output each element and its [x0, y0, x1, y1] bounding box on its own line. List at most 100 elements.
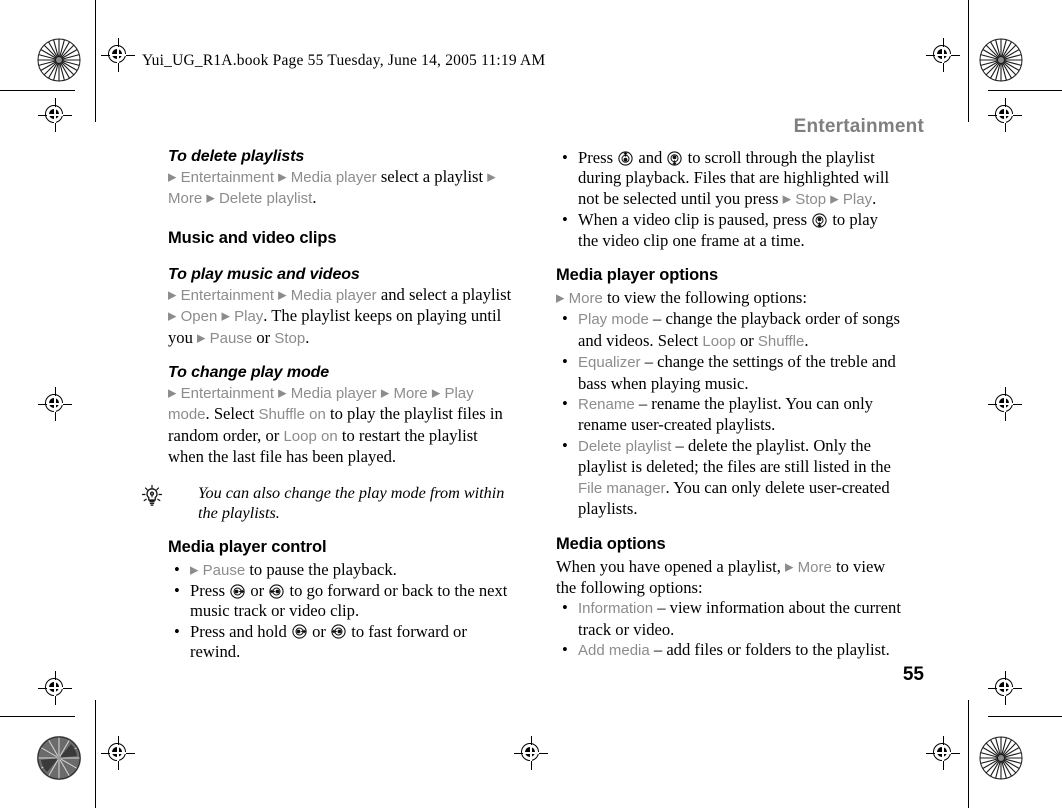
running-head-chapter-title: Entertainment — [793, 116, 924, 137]
ui-term-equalizer: Equalizer — [578, 354, 641, 372]
ui-term-media-player: Media player — [290, 286, 377, 304]
ui-term-delete-playlist: Delete playlist — [218, 190, 313, 208]
ui-term-information: Information — [578, 600, 654, 618]
ui-term-stop: Stop — [274, 329, 306, 347]
nav-key-down-icon — [812, 213, 827, 228]
playback-bullets-list: • Press and to scroll through the playlis… — [556, 148, 901, 251]
nav-key-up-icon — [618, 150, 633, 166]
list-item: • Equalizer – change the settings of the … — [556, 352, 901, 394]
paragraph-media-player-options-intro: ▶ More to view the following options: — [556, 288, 901, 309]
heading-to-change-play-mode: To change play mode — [168, 364, 330, 382]
text-middle: or — [246, 581, 269, 601]
ui-term-media-player: Media player — [290, 385, 377, 403]
arrow-marker: ▶ — [168, 289, 177, 302]
text-after: to pause the playback. — [245, 559, 397, 579]
ui-term-more: More — [797, 558, 832, 576]
ui-term-delete-playlist: Delete playlist — [578, 437, 672, 455]
list-item: • Rename – rename the playlist. You can o… — [556, 394, 901, 436]
bullet-marker: • — [174, 559, 180, 579]
ui-term-loop-on: Loop on — [283, 427, 338, 445]
ui-term-play: Play — [842, 190, 873, 208]
arrow-marker: ▶ — [190, 564, 199, 577]
arrow-marker: ▶ — [556, 292, 565, 305]
nav-key-right-icon — [230, 583, 245, 599]
text-period: . — [872, 188, 877, 208]
text-select: . Select — [205, 404, 259, 424]
arrow-marker: ▶ — [278, 171, 287, 184]
text-3: . — [804, 330, 809, 350]
ui-term-shuffle-on: Shuffle on — [258, 406, 326, 424]
list-item: • Delete playlist – delete the playlist. … — [556, 436, 901, 520]
text-intro: to view the following options: — [602, 288, 807, 308]
arrow-marker: ▶ — [168, 171, 177, 184]
heading-to-play-music-and-videos: To play music and videos — [168, 265, 360, 283]
paragraph-change-play-mode: ▶ Entertainment ▶ Media player ▶ More ▶ … — [168, 383, 513, 468]
text-middle: or — [307, 621, 331, 641]
ui-term-loop: Loop — [702, 332, 736, 350]
ui-term-pause: Pause — [202, 561, 246, 579]
list-item: • When a video clip is paused, press to p… — [556, 210, 901, 251]
text-or: or — [252, 327, 275, 347]
media-options-list: • Information – view information about th… — [556, 598, 901, 661]
list-item: • Press or to go forward or back to the n… — [168, 581, 513, 622]
text-and-select: and select a playlist — [376, 284, 512, 304]
bullet-marker: • — [562, 309, 568, 329]
ui-term-more: More — [393, 385, 428, 403]
media-player-options-list: • Play mode – change the playback order o… — [556, 309, 901, 519]
left-column: To delete playlists ▶ Entertainment ▶ Me… — [141, 148, 513, 663]
text-before: Press and hold — [190, 621, 291, 641]
arrow-marker: ▶ — [785, 561, 794, 573]
text-1: – add files or folders to the playlist. — [649, 640, 890, 660]
heading-media-player-control: Media player control — [168, 537, 327, 556]
list-item: • Information – view information about th… — [556, 598, 901, 640]
bullet-marker: • — [562, 598, 568, 618]
list-item: • Press and hold or to fast forward or re… — [168, 622, 513, 663]
bullet-marker: • — [562, 148, 568, 167]
page-number: 55 — [902, 664, 924, 685]
arrow-marker: ▶ — [206, 192, 215, 205]
bullet-marker: • — [562, 210, 568, 230]
ui-term-entertainment: Entertainment — [180, 169, 275, 186]
tip-text: You can also change the play mode from w… — [198, 483, 505, 522]
media-player-control-list: • ▶ Pause to pause the playback. • Press o… — [168, 560, 513, 663]
ui-term-more: More — [568, 290, 603, 308]
arrow-marker: ▶ — [830, 193, 839, 206]
right-column: • Press and to scroll through the playlis… — [556, 148, 901, 662]
list-item: • Press and to scroll through the playlis… — [556, 148, 901, 210]
arrow-marker: ▶ — [221, 310, 230, 323]
ui-term-file-manager: File manager — [578, 479, 666, 497]
nav-key-left-icon — [331, 624, 346, 640]
arrow-marker: ▶ — [431, 387, 441, 400]
list-item: • Add media – add files or folders to the… — [556, 640, 901, 661]
heading-media-options: Media options — [556, 534, 666, 553]
arrow-marker: ▶ — [168, 387, 177, 400]
heading-media-player-options: Media player options — [556, 266, 719, 285]
bullet-marker: • — [174, 581, 180, 601]
arrow-marker: ▶ — [197, 332, 206, 345]
arrow-marker: ▶ — [278, 289, 287, 302]
arrow-marker: ▶ — [782, 193, 792, 206]
ui-term-media-player: Media player — [290, 169, 377, 186]
arrow-marker: ▶ — [168, 310, 177, 323]
list-item: • Play mode – change the playback order o… — [556, 309, 901, 352]
text-middle: and — [634, 148, 667, 167]
text-intro-before: When you have opened a playlist, — [556, 556, 786, 576]
text-before: Press — [190, 581, 230, 601]
ui-term-play: Play — [234, 308, 264, 326]
bullet-marker: • — [562, 640, 568, 660]
ui-term-entertainment: Entertainment — [180, 286, 275, 304]
ui-term-entertainment: Entertainment — [180, 385, 275, 403]
bullet-marker: • — [174, 621, 180, 641]
ui-term-play-mode: Play mode — [578, 311, 649, 329]
ui-term-rename: Rename — [578, 396, 635, 414]
text-period: . — [312, 188, 317, 208]
ui-term-pause: Pause — [209, 329, 253, 347]
text-before: Press — [578, 148, 618, 167]
ui-term-more: More — [168, 190, 203, 208]
text-before: When a video clip is paused, press — [578, 210, 812, 230]
ui-term-add-media: Add media — [578, 642, 650, 660]
arrow-marker: ▶ — [278, 387, 287, 400]
lightbulb-icon — [140, 484, 164, 508]
tip-note: You can also change the play mode from w… — [141, 483, 513, 523]
ui-term-open: Open — [180, 308, 218, 326]
